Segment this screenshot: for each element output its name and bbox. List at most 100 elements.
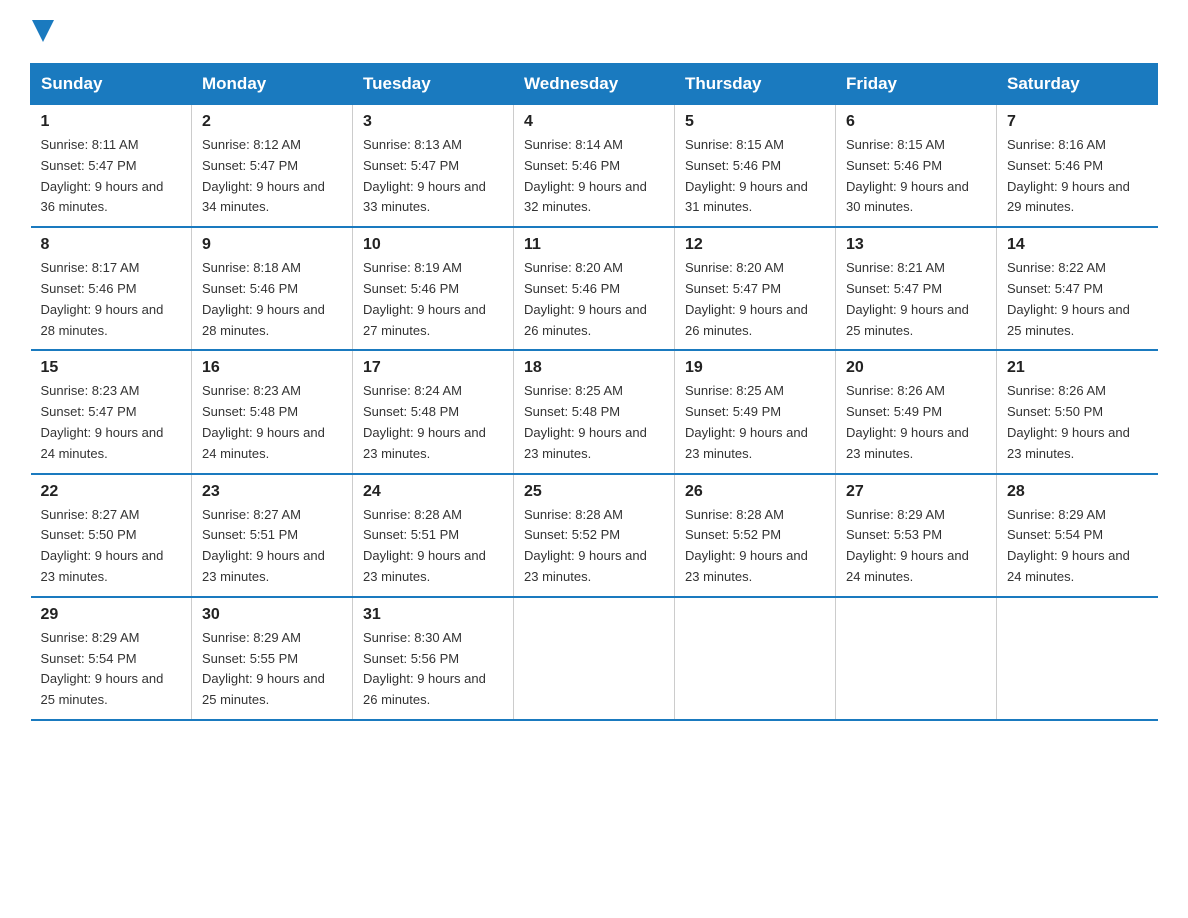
calendar-cell: 4 Sunrise: 8:14 AM Sunset: 5:46 PM Dayli… [514,105,675,228]
column-header-friday: Friday [836,64,997,105]
day-info: Sunrise: 8:28 AM Sunset: 5:51 PM Dayligh… [363,505,503,588]
day-number: 20 [846,359,986,377]
day-number: 3 [363,113,503,131]
day-number: 11 [524,236,664,254]
day-number: 15 [41,359,182,377]
column-header-sunday: Sunday [31,64,192,105]
day-number: 31 [363,606,503,624]
calendar-cell [514,597,675,720]
calendar-cell: 27 Sunrise: 8:29 AM Sunset: 5:53 PM Dayl… [836,474,997,597]
calendar-week-row: 8 Sunrise: 8:17 AM Sunset: 5:46 PM Dayli… [31,227,1158,350]
calendar-cell: 18 Sunrise: 8:25 AM Sunset: 5:48 PM Dayl… [514,350,675,473]
column-header-thursday: Thursday [675,64,836,105]
day-number: 28 [1007,483,1148,501]
day-number: 23 [202,483,342,501]
calendar-week-row: 29 Sunrise: 8:29 AM Sunset: 5:54 PM Dayl… [31,597,1158,720]
day-info: Sunrise: 8:29 AM Sunset: 5:54 PM Dayligh… [41,628,182,711]
day-number: 17 [363,359,503,377]
day-info: Sunrise: 8:21 AM Sunset: 5:47 PM Dayligh… [846,258,986,341]
day-number: 16 [202,359,342,377]
day-info: Sunrise: 8:27 AM Sunset: 5:51 PM Dayligh… [202,505,342,588]
calendar-cell: 17 Sunrise: 8:24 AM Sunset: 5:48 PM Dayl… [353,350,514,473]
calendar-cell: 29 Sunrise: 8:29 AM Sunset: 5:54 PM Dayl… [31,597,192,720]
day-info: Sunrise: 8:19 AM Sunset: 5:46 PM Dayligh… [363,258,503,341]
day-number: 9 [202,236,342,254]
page-header [30,20,1158,47]
calendar-cell: 12 Sunrise: 8:20 AM Sunset: 5:47 PM Dayl… [675,227,836,350]
day-number: 7 [1007,113,1148,131]
calendar-cell: 6 Sunrise: 8:15 AM Sunset: 5:46 PM Dayli… [836,105,997,228]
day-info: Sunrise: 8:12 AM Sunset: 5:47 PM Dayligh… [202,135,342,218]
day-info: Sunrise: 8:28 AM Sunset: 5:52 PM Dayligh… [685,505,825,588]
calendar-cell: 26 Sunrise: 8:28 AM Sunset: 5:52 PM Dayl… [675,474,836,597]
day-number: 5 [685,113,825,131]
day-number: 27 [846,483,986,501]
day-number: 6 [846,113,986,131]
calendar-cell: 31 Sunrise: 8:30 AM Sunset: 5:56 PM Dayl… [353,597,514,720]
calendar-cell [675,597,836,720]
calendar-week-row: 1 Sunrise: 8:11 AM Sunset: 5:47 PM Dayli… [31,105,1158,228]
day-number: 26 [685,483,825,501]
day-info: Sunrise: 8:23 AM Sunset: 5:48 PM Dayligh… [202,381,342,464]
calendar-week-row: 22 Sunrise: 8:27 AM Sunset: 5:50 PM Dayl… [31,474,1158,597]
day-number: 14 [1007,236,1148,254]
calendar-cell: 11 Sunrise: 8:20 AM Sunset: 5:46 PM Dayl… [514,227,675,350]
calendar-cell: 13 Sunrise: 8:21 AM Sunset: 5:47 PM Dayl… [836,227,997,350]
day-number: 4 [524,113,664,131]
day-info: Sunrise: 8:17 AM Sunset: 5:46 PM Dayligh… [41,258,182,341]
calendar-cell: 19 Sunrise: 8:25 AM Sunset: 5:49 PM Dayl… [675,350,836,473]
day-info: Sunrise: 8:29 AM Sunset: 5:55 PM Dayligh… [202,628,342,711]
day-info: Sunrise: 8:29 AM Sunset: 5:53 PM Dayligh… [846,505,986,588]
day-number: 22 [41,483,182,501]
calendar-cell: 7 Sunrise: 8:16 AM Sunset: 5:46 PM Dayli… [997,105,1158,228]
day-number: 13 [846,236,986,254]
calendar-cell: 8 Sunrise: 8:17 AM Sunset: 5:46 PM Dayli… [31,227,192,350]
calendar-cell: 21 Sunrise: 8:26 AM Sunset: 5:50 PM Dayl… [997,350,1158,473]
day-info: Sunrise: 8:29 AM Sunset: 5:54 PM Dayligh… [1007,505,1148,588]
column-header-saturday: Saturday [997,64,1158,105]
day-number: 19 [685,359,825,377]
logo-triangle-icon [32,20,54,42]
calendar-cell: 15 Sunrise: 8:23 AM Sunset: 5:47 PM Dayl… [31,350,192,473]
day-info: Sunrise: 8:16 AM Sunset: 5:46 PM Dayligh… [1007,135,1148,218]
calendar-table: SundayMondayTuesdayWednesdayThursdayFrid… [30,63,1158,721]
calendar-cell: 23 Sunrise: 8:27 AM Sunset: 5:51 PM Dayl… [192,474,353,597]
day-info: Sunrise: 8:25 AM Sunset: 5:48 PM Dayligh… [524,381,664,464]
day-number: 18 [524,359,664,377]
day-number: 1 [41,113,182,131]
calendar-header-row: SundayMondayTuesdayWednesdayThursdayFrid… [31,64,1158,105]
day-info: Sunrise: 8:22 AM Sunset: 5:47 PM Dayligh… [1007,258,1148,341]
day-info: Sunrise: 8:27 AM Sunset: 5:50 PM Dayligh… [41,505,182,588]
day-info: Sunrise: 8:14 AM Sunset: 5:46 PM Dayligh… [524,135,664,218]
day-info: Sunrise: 8:26 AM Sunset: 5:50 PM Dayligh… [1007,381,1148,464]
calendar-cell: 2 Sunrise: 8:12 AM Sunset: 5:47 PM Dayli… [192,105,353,228]
day-number: 10 [363,236,503,254]
day-number: 25 [524,483,664,501]
day-number: 29 [41,606,182,624]
day-info: Sunrise: 8:25 AM Sunset: 5:49 PM Dayligh… [685,381,825,464]
calendar-cell: 5 Sunrise: 8:15 AM Sunset: 5:46 PM Dayli… [675,105,836,228]
calendar-cell: 30 Sunrise: 8:29 AM Sunset: 5:55 PM Dayl… [192,597,353,720]
day-number: 24 [363,483,503,501]
day-info: Sunrise: 8:20 AM Sunset: 5:46 PM Dayligh… [524,258,664,341]
day-info: Sunrise: 8:13 AM Sunset: 5:47 PM Dayligh… [363,135,503,218]
day-info: Sunrise: 8:26 AM Sunset: 5:49 PM Dayligh… [846,381,986,464]
calendar-cell: 22 Sunrise: 8:27 AM Sunset: 5:50 PM Dayl… [31,474,192,597]
column-header-monday: Monday [192,64,353,105]
day-info: Sunrise: 8:24 AM Sunset: 5:48 PM Dayligh… [363,381,503,464]
day-info: Sunrise: 8:23 AM Sunset: 5:47 PM Dayligh… [41,381,182,464]
calendar-cell: 20 Sunrise: 8:26 AM Sunset: 5:49 PM Dayl… [836,350,997,473]
calendar-cell: 25 Sunrise: 8:28 AM Sunset: 5:52 PM Dayl… [514,474,675,597]
day-info: Sunrise: 8:15 AM Sunset: 5:46 PM Dayligh… [846,135,986,218]
day-info: Sunrise: 8:28 AM Sunset: 5:52 PM Dayligh… [524,505,664,588]
calendar-cell: 10 Sunrise: 8:19 AM Sunset: 5:46 PM Dayl… [353,227,514,350]
calendar-cell [997,597,1158,720]
calendar-cell: 1 Sunrise: 8:11 AM Sunset: 5:47 PM Dayli… [31,105,192,228]
day-info: Sunrise: 8:30 AM Sunset: 5:56 PM Dayligh… [363,628,503,711]
day-number: 21 [1007,359,1148,377]
calendar-cell: 16 Sunrise: 8:23 AM Sunset: 5:48 PM Dayl… [192,350,353,473]
column-header-tuesday: Tuesday [353,64,514,105]
day-info: Sunrise: 8:18 AM Sunset: 5:46 PM Dayligh… [202,258,342,341]
calendar-cell: 28 Sunrise: 8:29 AM Sunset: 5:54 PM Dayl… [997,474,1158,597]
day-number: 2 [202,113,342,131]
